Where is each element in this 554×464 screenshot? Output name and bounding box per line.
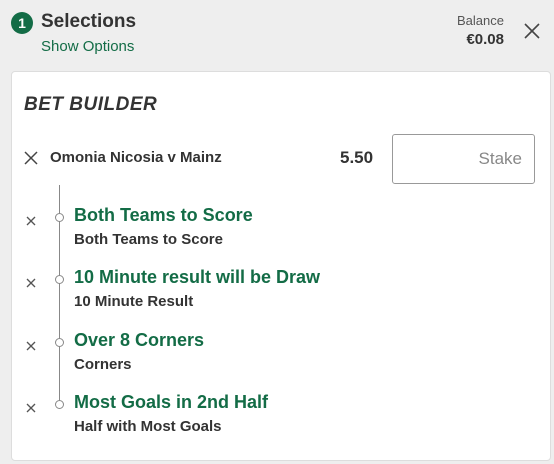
remove-leg-button[interactable] xyxy=(26,213,36,226)
timeline-dot xyxy=(55,400,64,409)
leg-selection: 10 Minute result will be Draw xyxy=(74,267,321,287)
close-icon xyxy=(26,278,36,288)
remove-event-button[interactable] xyxy=(24,151,38,165)
leg-item: Most Goals in 2nd Half Half with Most Go… xyxy=(12,392,512,442)
timeline-dot xyxy=(55,275,64,284)
close-betslip-button[interactable] xyxy=(521,20,543,42)
remove-leg-button[interactable] xyxy=(26,275,36,288)
show-options-link[interactable]: Show Options xyxy=(41,38,134,55)
close-icon xyxy=(26,216,36,226)
close-icon xyxy=(524,23,540,39)
selection-count-badge: 1 xyxy=(11,12,33,34)
leg-selection: Over 8 Corners xyxy=(74,330,205,350)
balance-label: Balance xyxy=(457,13,504,28)
selections-title: Selections xyxy=(41,11,137,32)
bet-builder-title: BET BUILDER xyxy=(24,94,158,115)
remove-leg-button[interactable] xyxy=(26,400,36,413)
leg-selection: Both Teams to Score xyxy=(74,205,253,225)
close-icon xyxy=(24,151,38,165)
timeline-dot xyxy=(55,213,64,222)
timeline-dot xyxy=(55,338,64,347)
balance-value: €0.08 xyxy=(466,31,504,48)
leg-selection: Most Goals in 2nd Half xyxy=(74,392,269,412)
leg-item: Over 8 Corners Corners xyxy=(12,330,512,380)
leg-item: 10 Minute result will be Draw 10 Minute … xyxy=(12,267,512,317)
close-icon xyxy=(26,403,36,413)
leg-market: Both Teams to Score xyxy=(74,231,223,248)
event-name: Omonia Nicosia v Mainz xyxy=(50,149,222,166)
leg-item: Both Teams to Score Both Teams to Score xyxy=(12,205,512,255)
close-icon xyxy=(26,341,36,351)
leg-market: Corners xyxy=(74,356,132,373)
remove-leg-button[interactable] xyxy=(26,338,36,351)
leg-market: Half with Most Goals xyxy=(74,418,222,435)
leg-market: 10 Minute Result xyxy=(74,293,194,310)
bet-odds: 5.50 xyxy=(340,148,374,167)
betslip-header: 1 Selections Show Options Balance €0.08 xyxy=(0,0,554,70)
stake-input[interactable] xyxy=(392,134,535,184)
bet-builder-card: BET BUILDER Omonia Nicosia v Mainz 5.50 … xyxy=(11,71,551,461)
